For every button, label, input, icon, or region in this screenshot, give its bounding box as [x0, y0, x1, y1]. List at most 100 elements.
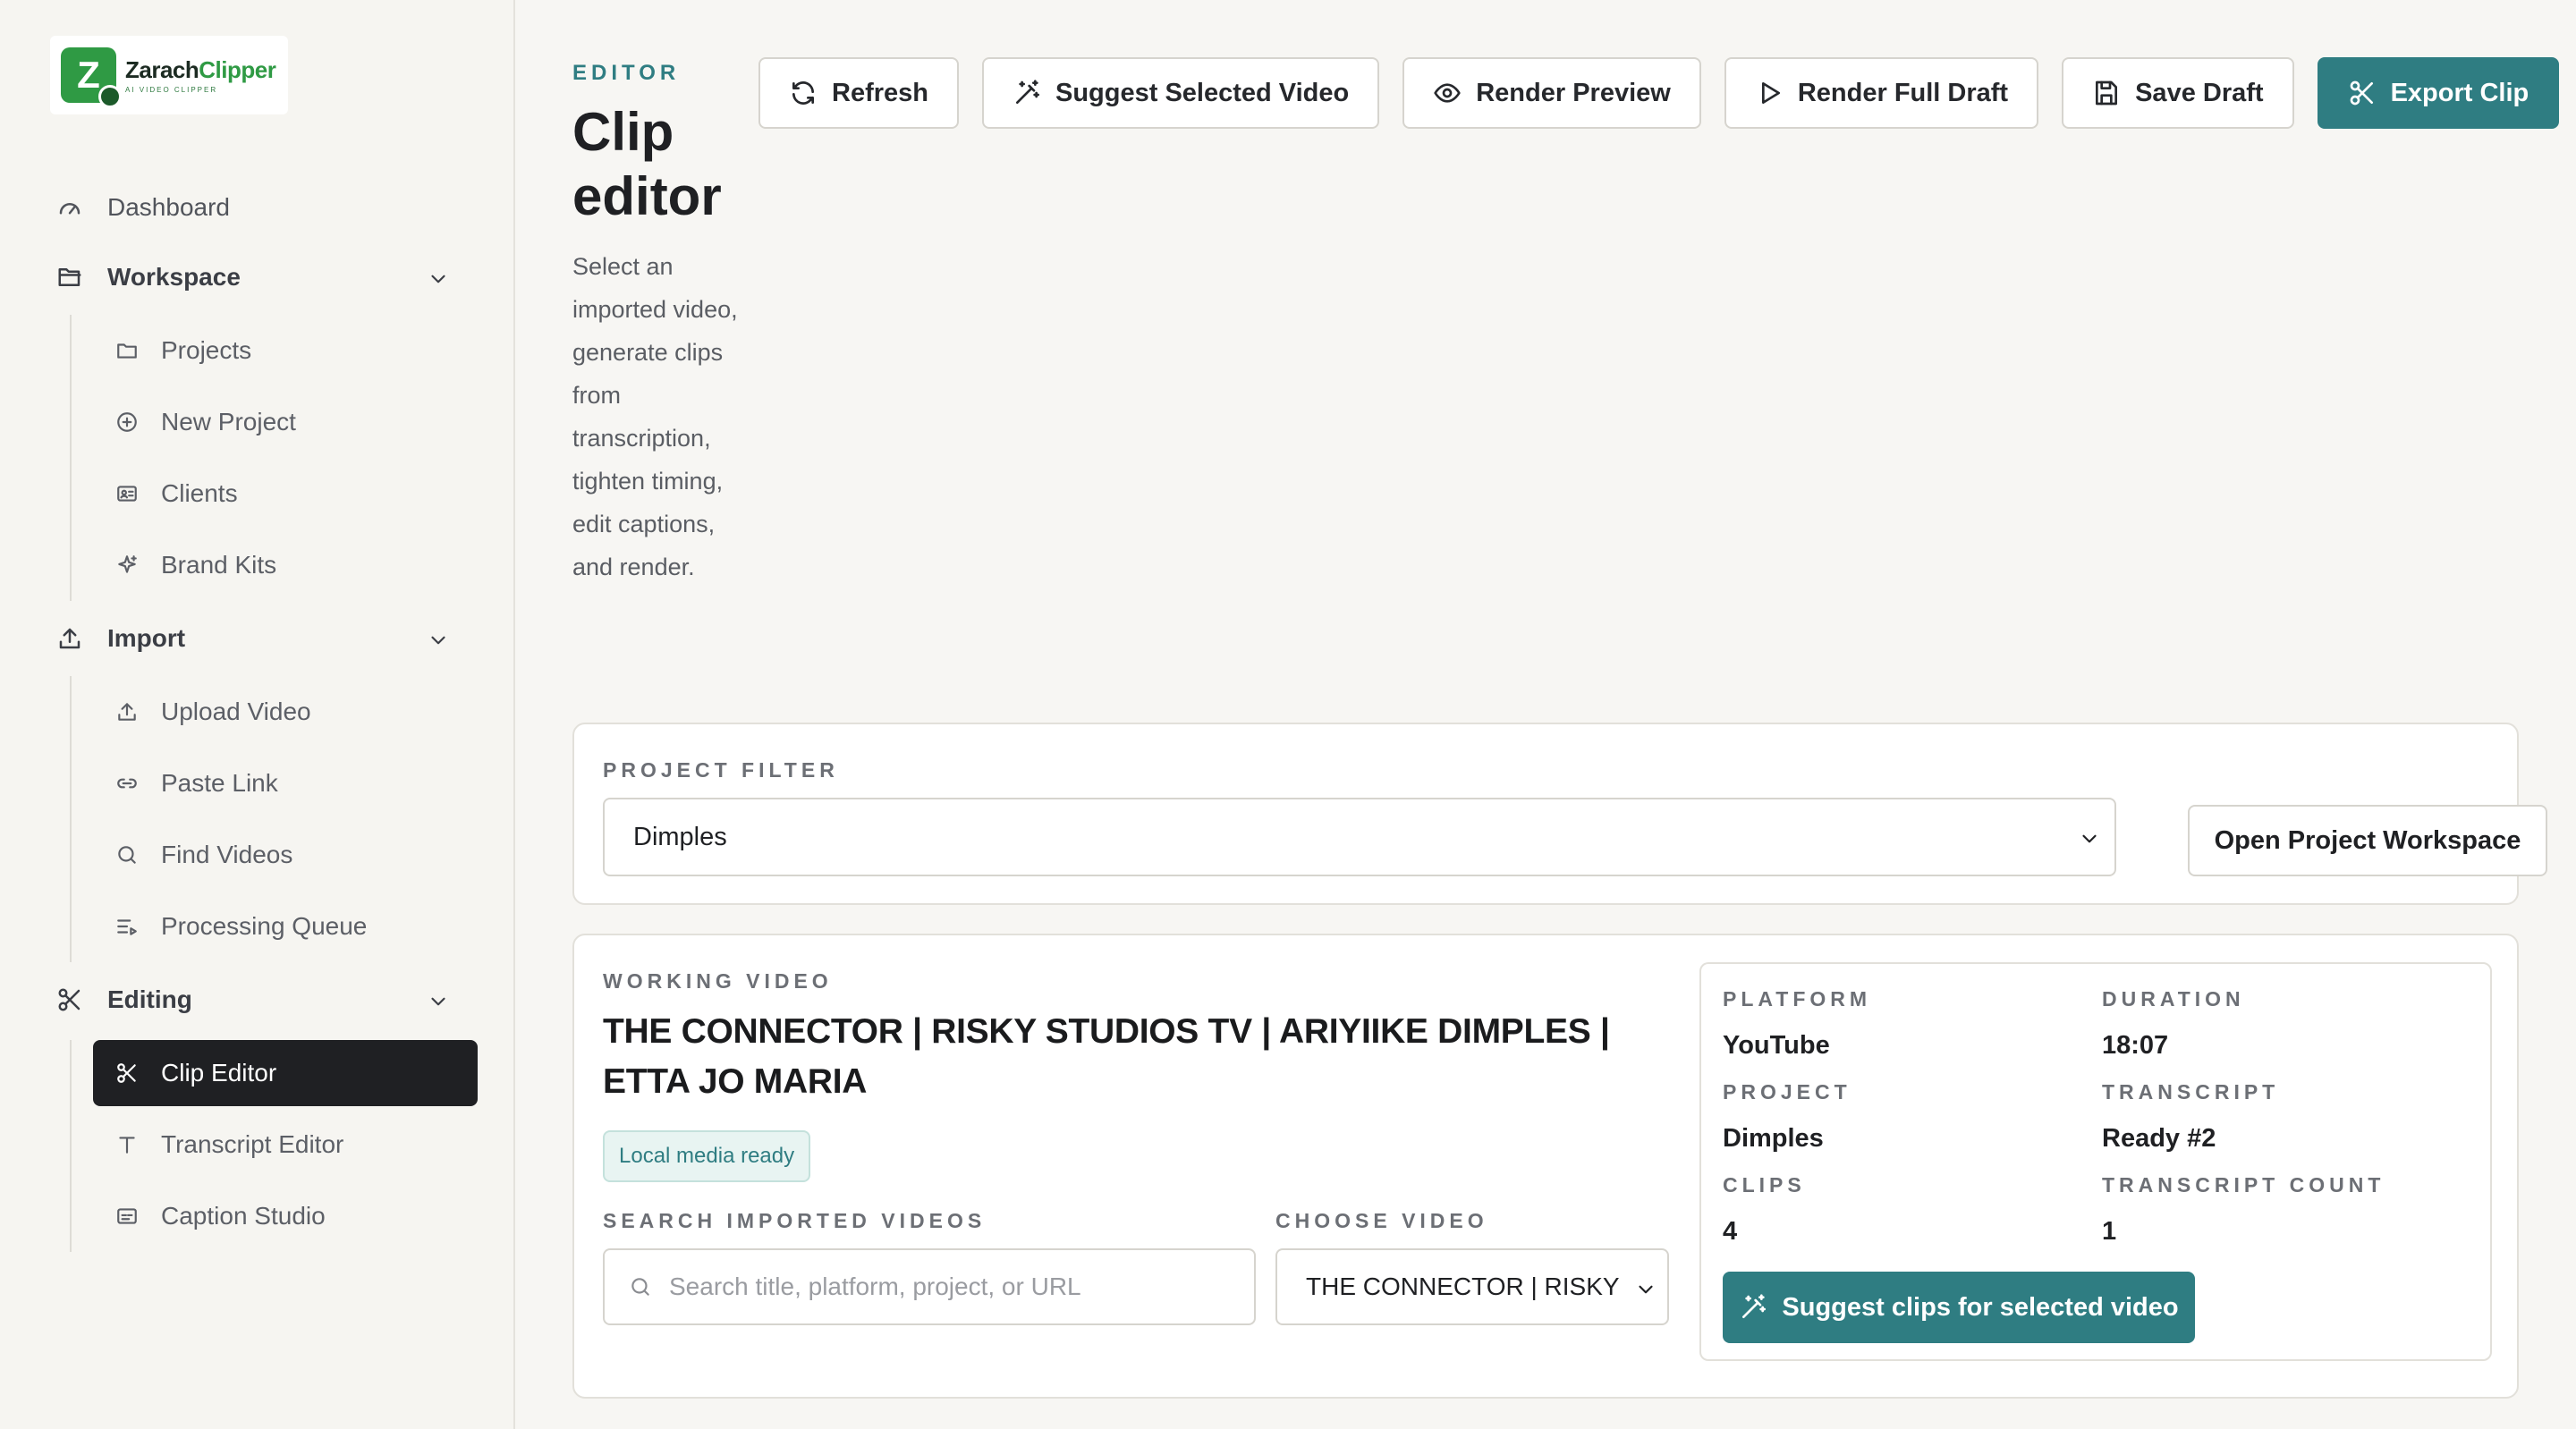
editing-group: Clip Editor Transcript Editor Caption St… — [70, 1040, 515, 1252]
meta-label: TRANSCRIPT COUNT — [2102, 1173, 2385, 1196]
suggest-clips-button[interactable]: Suggest clips for selected video — [1723, 1272, 2195, 1343]
choose-video-label: CHOOSE VIDEO — [1275, 1209, 1488, 1232]
chevron-down-icon[interactable] — [424, 626, 453, 655]
meta-platform: PLATFORM YouTube — [1723, 987, 1871, 1061]
project-filter-label: PROJECT FILTER — [603, 758, 839, 782]
sidebar-nav: Dashboard Workspace Projects New Project… — [0, 175, 515, 1252]
sidebar-item-upload-video[interactable]: Upload Video — [70, 676, 515, 748]
meta-label: PLATFORM — [1723, 987, 1872, 1010]
suggest-selected-video-button[interactable]: Suggest Selected Video — [982, 57, 1380, 129]
sidebar-item-label: Clip Editor — [161, 1059, 277, 1087]
chevron-down-icon[interactable] — [424, 987, 453, 1016]
select-value: THE CONNECTOR | RISKY STUDIOS TV | ARIYI… — [1306, 1273, 1619, 1300]
magic-wand-icon — [1739, 1293, 1767, 1322]
search-icon — [113, 841, 141, 869]
search-videos-label: SEARCH IMPORTED VIDEOS — [603, 1209, 987, 1232]
eye-icon — [1433, 79, 1462, 107]
main-content: EDITOR Clip editor Select an imported vi… — [515, 0, 2576, 1429]
project-filter-card: PROJECT FILTER Dimples Open Project Work… — [572, 723, 2547, 905]
sidebar-section-workspace[interactable]: Workspace — [0, 240, 515, 315]
upload-icon — [113, 698, 141, 726]
meta-transcript-count: TRANSCRIPT COUNT 1 — [2102, 1173, 2385, 1247]
sidebar-section-import[interactable]: Import — [0, 601, 515, 676]
sidebar-item-label: New Project — [161, 408, 296, 435]
search-videos-field[interactable] — [603, 1248, 1256, 1325]
section-label: Workspace — [107, 263, 241, 291]
status-badge: Local media ready — [603, 1130, 811, 1182]
meta-value: Ready #2 — [2102, 1124, 2216, 1153]
sidebar-item-new-project[interactable]: New Project — [70, 386, 515, 458]
chevron-down-icon — [1631, 1275, 1660, 1304]
captions-icon — [113, 1202, 141, 1230]
plus-circle-icon — [113, 408, 141, 436]
scissors-icon — [2348, 79, 2377, 107]
button-label: Export Clip — [2390, 78, 2529, 107]
meta-value: 18:07 — [2102, 1031, 2169, 1060]
folder-open-icon — [55, 263, 84, 292]
export-clip-button[interactable]: Export Clip — [2317, 57, 2560, 129]
choose-video-select[interactable]: THE CONNECTOR | RISKY STUDIOS TV | ARIYI… — [1275, 1248, 1669, 1325]
workspace-group: Projects New Project Clients Brand Kits — [70, 315, 515, 601]
sidebar-item-brand-kits[interactable]: Brand Kits — [70, 529, 515, 601]
sidebar-item-dashboard[interactable]: Dashboard — [0, 175, 515, 240]
magic-wand-icon — [1013, 79, 1041, 107]
chevron-down-icon[interactable] — [424, 265, 453, 293]
brand-name-part1: Zarach — [125, 56, 199, 83]
button-label: Suggest Selected Video — [1055, 78, 1350, 107]
section-label: Editing — [107, 985, 192, 1013]
sidebar-item-transcript-editor[interactable]: Transcript Editor — [70, 1109, 515, 1180]
select-value: Dimples — [633, 822, 727, 851]
project-filter-select[interactable]: Dimples — [603, 798, 2116, 876]
logo-text: ZarachClipper AI VIDEO CLIPPER — [125, 56, 276, 94]
brand-name-part2: Clipper — [199, 56, 276, 83]
sidebar-item-paste-link[interactable]: Paste Link — [70, 748, 515, 819]
button-label: Render Full Draft — [1797, 78, 2009, 107]
meta-duration: DURATION 18:07 — [2102, 987, 2245, 1061]
sidebar-item-label: Caption Studio — [161, 1202, 326, 1230]
sidebar-item-label: Processing Queue — [161, 912, 368, 940]
folder-icon — [113, 336, 141, 365]
meta-value: YouTube — [1723, 1031, 1830, 1060]
working-video-label: WORKING VIDEO — [603, 969, 833, 993]
sidebar-item-label: Paste Link — [161, 769, 278, 797]
brand-logo[interactable]: Z ZarachClipper AI VIDEO CLIPPER — [50, 36, 288, 114]
sparkles-icon — [113, 551, 141, 579]
save-draft-button[interactable]: Save Draft — [2062, 57, 2294, 129]
link-icon — [113, 769, 141, 798]
brand-tagline: AI VIDEO CLIPPER — [125, 86, 218, 94]
page-title: Clip editor — [572, 102, 722, 226]
play-icon — [1755, 79, 1784, 107]
refresh-icon — [789, 79, 818, 107]
sidebar-item-label: Projects — [161, 336, 252, 364]
search-input[interactable] — [669, 1273, 1241, 1301]
id-card-icon — [113, 479, 141, 508]
open-project-workspace-button[interactable]: Open Project Workspace — [2188, 805, 2547, 876]
brand-name: ZarachClipper — [125, 56, 276, 84]
sidebar-item-label: Clients — [161, 479, 238, 507]
import-group: Upload Video Paste Link Find Videos Proc… — [70, 676, 515, 962]
sidebar-item-find-videos[interactable]: Find Videos — [70, 819, 515, 891]
sidebar-section-editing[interactable]: Editing — [0, 962, 515, 1037]
editor-toolbar: Refresh Suggest Selected Video Render Pr… — [758, 57, 2560, 129]
sidebar-item-label: Find Videos — [161, 841, 293, 868]
meta-value: 1 — [2102, 1217, 2117, 1246]
sidebar-item-label: Upload Video — [161, 698, 311, 725]
page-eyebrow: EDITOR — [572, 61, 681, 85]
render-preview-button[interactable]: Render Preview — [1402, 57, 1701, 129]
working-video-card: WORKING VIDEO THE CONNECTOR | RISKY STUD… — [572, 934, 2519, 1399]
sidebar-item-clip-editor[interactable]: Clip Editor — [93, 1040, 478, 1106]
meta-label: TRANSCRIPT — [2102, 1080, 2280, 1103]
render-full-draft-button[interactable]: Render Full Draft — [1724, 57, 2039, 129]
text-type-icon — [113, 1130, 141, 1159]
save-icon — [2092, 79, 2121, 107]
upload-icon — [55, 624, 84, 653]
sidebar-item-clients[interactable]: Clients — [70, 458, 515, 529]
sidebar-item-caption-studio[interactable]: Caption Studio — [70, 1180, 515, 1252]
gauge-icon — [55, 193, 84, 222]
sidebar-item-processing-queue[interactable]: Processing Queue — [70, 891, 515, 962]
sidebar-item-projects[interactable]: Projects — [70, 315, 515, 386]
refresh-button[interactable]: Refresh — [758, 57, 959, 129]
sidebar-item-label: Transcript Editor — [161, 1130, 344, 1158]
chevron-down-icon — [2075, 824, 2104, 853]
sidebar-item-label: Brand Kits — [161, 551, 277, 579]
